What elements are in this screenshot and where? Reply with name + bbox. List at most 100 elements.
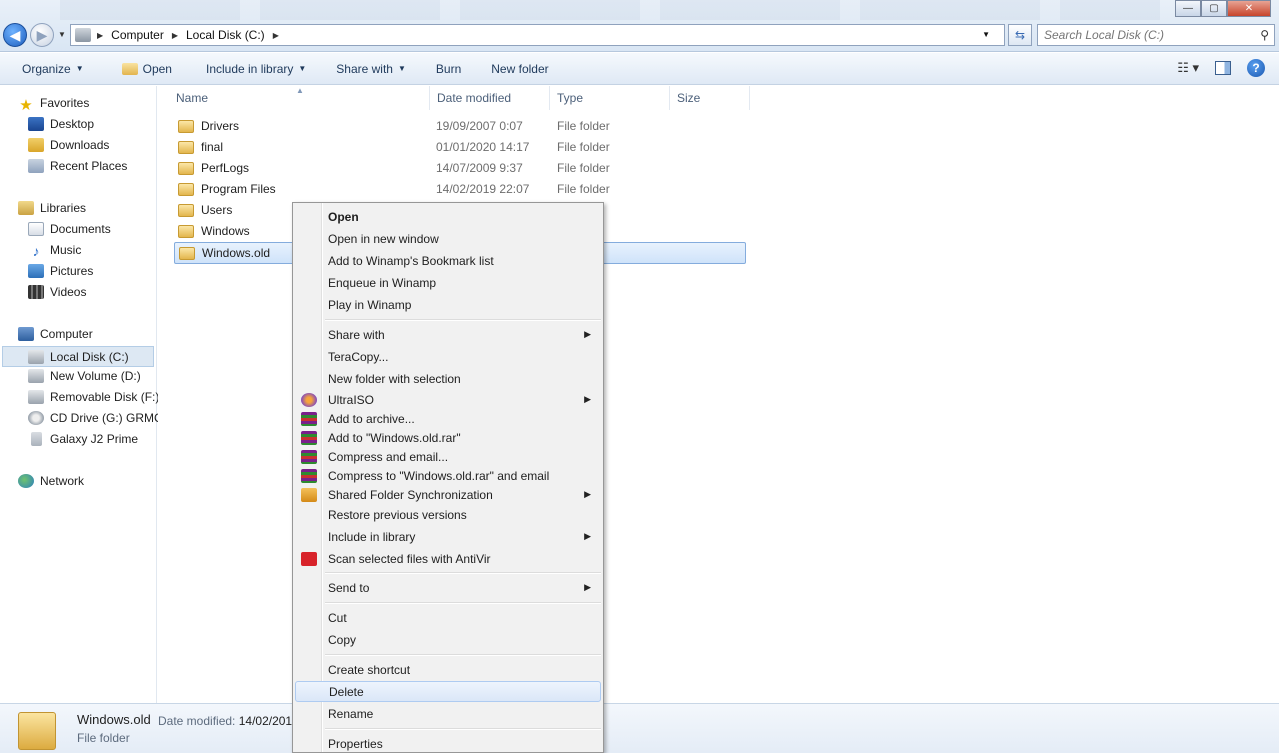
drive-icon xyxy=(75,28,91,42)
nav-label: Computer xyxy=(40,327,93,341)
minimize-button[interactable]: — xyxy=(1175,0,1201,17)
menu-separator xyxy=(325,572,601,574)
column-header-size[interactable]: Size xyxy=(669,86,750,110)
nav-desktop[interactable]: Desktop xyxy=(28,117,94,131)
search-icon[interactable]: ⚲ xyxy=(1260,28,1269,42)
menu-item-send-to[interactable]: Send to ▶ xyxy=(295,577,601,598)
table-row[interactable]: final 01/01/2020 14:17 File folder xyxy=(174,137,746,157)
nav-local-disk[interactable]: Local Disk (C:) xyxy=(2,346,154,367)
nav-galaxy[interactable]: Galaxy J2 Prime xyxy=(28,432,138,446)
window-controls: — ▢ ✕ xyxy=(1175,0,1271,17)
menu-label: Add to "Windows.old.rar" xyxy=(328,430,461,445)
menu-item-new-folder-selection[interactable]: New folder with selection xyxy=(295,368,601,389)
table-row[interactable]: PerfLogs 14/07/2009 9:37 File folder xyxy=(174,158,746,178)
arrow-right-icon: ▶ xyxy=(36,26,48,43)
nav-documents[interactable]: Documents xyxy=(28,222,111,236)
breadcrumb-local-disk[interactable]: Local Disk (C:) xyxy=(186,28,265,42)
refresh-button[interactable]: ⇆ xyxy=(1008,24,1032,46)
menu-item-ultraiso[interactable]: UltraISO ▶ xyxy=(295,389,601,410)
open-button[interactable]: Open xyxy=(118,58,176,80)
menu-label: Delete xyxy=(329,684,364,699)
folder-icon xyxy=(178,119,194,133)
nav-pictures[interactable]: Pictures xyxy=(28,264,93,278)
organize-button[interactable]: Organize ▼ xyxy=(18,58,88,80)
menu-label: Create shortcut xyxy=(328,662,411,677)
menu-item-delete[interactable]: Delete xyxy=(295,681,601,702)
back-button[interactable]: ◀ xyxy=(3,23,27,47)
menu-label: Compress and email... xyxy=(328,449,449,464)
folder-open-icon xyxy=(121,62,138,75)
menu-item-create-shortcut[interactable]: Create shortcut xyxy=(295,659,601,680)
nav-cd-drive[interactable]: CD Drive (G:) GRMC xyxy=(28,411,163,425)
file-name: Drivers xyxy=(201,119,239,133)
chevron-right-icon[interactable]: ▶ xyxy=(97,31,103,40)
nav-videos[interactable]: Videos xyxy=(28,285,86,299)
chevron-right-icon[interactable]: ▶ xyxy=(273,31,279,40)
menu-item-open[interactable]: Open xyxy=(295,206,601,227)
search-box[interactable]: ⚲ xyxy=(1037,24,1275,46)
menu-item-restore-versions[interactable]: Restore previous versions xyxy=(295,504,601,525)
nav-libraries[interactable]: Libraries xyxy=(18,201,86,215)
menu-item-copy[interactable]: Copy xyxy=(295,629,601,650)
command-bar: Organize ▼ Open Include in library ▼ Share… xyxy=(0,53,1279,85)
share-with-label: Share with xyxy=(336,61,393,76)
menu-item-add-archive[interactable]: Add to archive... xyxy=(295,408,601,429)
help-icon[interactable]: ? xyxy=(1247,59,1265,77)
column-header-type[interactable]: Type xyxy=(549,86,670,110)
menu-item-compress-rar-email[interactable]: Compress to "Windows.old.rar" and email xyxy=(295,465,601,486)
table-row[interactable]: Drivers 19/09/2007 0:07 File folder xyxy=(174,116,746,136)
forward-button[interactable]: ▶ xyxy=(30,23,54,47)
menu-label: Open xyxy=(328,209,359,224)
folder-icon xyxy=(178,224,194,238)
nav-computer[interactable]: Computer xyxy=(18,327,93,341)
column-label: Size xyxy=(677,91,701,105)
menu-label: Open in new window xyxy=(328,231,439,246)
menu-item-enqueue-winamp[interactable]: Enqueue in Winamp xyxy=(295,272,601,293)
menu-label: TeraCopy... xyxy=(328,349,389,364)
menu-item-add-rar[interactable]: Add to "Windows.old.rar" xyxy=(295,427,601,448)
nav-music[interactable]: ♪ Music xyxy=(28,243,82,259)
close-button[interactable]: ✕ xyxy=(1227,0,1271,17)
nav-label: Music xyxy=(50,243,82,257)
new-folder-button[interactable]: New folder xyxy=(487,58,552,80)
menu-item-play-winamp[interactable]: Play in Winamp xyxy=(295,294,601,315)
nav-network[interactable]: Network xyxy=(18,474,84,488)
nav-removable-disk[interactable]: Removable Disk (F:) xyxy=(28,390,159,404)
nav-downloads[interactable]: Downloads xyxy=(28,138,109,152)
menu-item-open-new-window[interactable]: Open in new window xyxy=(295,228,601,249)
menu-item-include-library[interactable]: Include in library ▶ xyxy=(295,526,601,547)
address-bar[interactable]: ▶ Computer ▶ Local Disk (C:) ▶ ▼ xyxy=(70,24,1005,46)
menu-label: Share with xyxy=(328,327,385,342)
nav-label: Libraries xyxy=(40,201,87,215)
file-type: File folder xyxy=(557,119,610,133)
burn-button[interactable]: Burn xyxy=(432,58,465,80)
breadcrumb-computer[interactable]: Computer xyxy=(111,28,164,42)
chevron-right-icon[interactable]: ▶ xyxy=(172,31,178,40)
menu-label: Copy xyxy=(328,632,357,647)
menu-item-winamp-bookmark[interactable]: Add to Winamp's Bookmark list xyxy=(295,250,601,271)
refresh-icon: ⇆ xyxy=(1014,28,1026,42)
menu-item-teracopy[interactable]: TeraCopy... xyxy=(295,346,601,367)
menu-item-cut[interactable]: Cut xyxy=(295,607,601,628)
menu-item-share-with[interactable]: Share with ▶ xyxy=(295,324,601,345)
chevron-down-icon[interactable]: ▼ xyxy=(982,30,990,39)
table-row[interactable]: Program Files 14/02/2019 22:07 File folder xyxy=(174,179,746,199)
nav-favorites[interactable]: ★ Favorites xyxy=(18,96,89,114)
include-in-library-button[interactable]: Include in library ▼ xyxy=(202,58,310,80)
view-options-icon[interactable]: ☷ ▾ xyxy=(1177,60,1199,76)
nav-new-volume[interactable]: New Volume (D:) xyxy=(28,369,141,383)
drive-icon xyxy=(28,349,44,364)
nav-recent-places[interactable]: Recent Places xyxy=(28,159,127,173)
search-input[interactable] xyxy=(1038,25,1248,45)
menu-item-shared-sync[interactable]: Shared Folder Synchronization ▶ xyxy=(295,484,601,505)
menu-item-rename[interactable]: Rename xyxy=(295,703,601,724)
share-with-button[interactable]: Share with ▼ xyxy=(332,58,410,80)
recent-pages-dropdown[interactable]: ▼ xyxy=(58,30,66,39)
preview-pane-icon[interactable] xyxy=(1215,61,1231,75)
maximize-button[interactable]: ▢ xyxy=(1201,0,1227,17)
menu-item-properties[interactable]: Properties xyxy=(295,733,601,753)
nav-label: Videos xyxy=(50,285,87,299)
menu-item-compress-email[interactable]: Compress and email... xyxy=(295,446,601,467)
column-header-date[interactable]: Date modified xyxy=(429,86,550,110)
menu-item-scan-antivir[interactable]: Scan selected files with AntiVir xyxy=(295,548,601,569)
